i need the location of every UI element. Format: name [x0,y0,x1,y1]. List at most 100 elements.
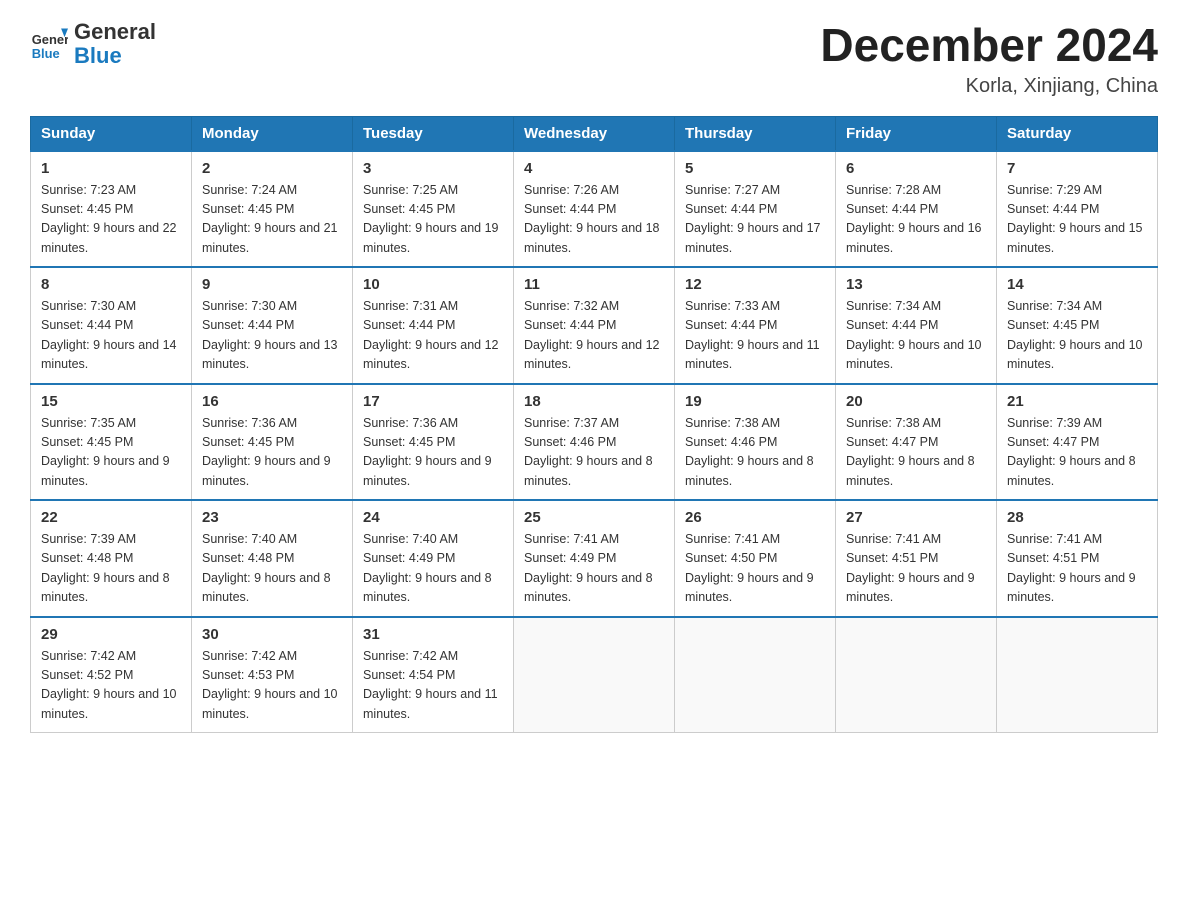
day-info: Sunrise: 7:41 AM Sunset: 4:50 PM Dayligh… [685,530,825,608]
calendar-cell: 16 Sunrise: 7:36 AM Sunset: 4:45 PM Dayl… [192,384,353,501]
day-number: 13 [846,276,986,293]
day-info: Sunrise: 7:41 AM Sunset: 4:51 PM Dayligh… [846,530,986,608]
day-number: 11 [524,276,664,293]
calendar-table: SundayMondayTuesdayWednesdayThursdayFrid… [30,116,1158,734]
day-info: Sunrise: 7:42 AM Sunset: 4:54 PM Dayligh… [363,647,503,725]
day-number: 12 [685,276,825,293]
calendar-cell: 8 Sunrise: 7:30 AM Sunset: 4:44 PM Dayli… [31,267,192,384]
day-number: 9 [202,276,342,293]
calendar-cell: 7 Sunrise: 7:29 AM Sunset: 4:44 PM Dayli… [997,151,1158,268]
weekday-header-saturday: Saturday [997,116,1158,151]
day-number: 19 [685,393,825,410]
day-number: 10 [363,276,503,293]
logo: General Blue General Blue [30,20,156,68]
day-info: Sunrise: 7:39 AM Sunset: 4:47 PM Dayligh… [1007,414,1147,492]
day-number: 24 [363,509,503,526]
calendar-cell: 1 Sunrise: 7:23 AM Sunset: 4:45 PM Dayli… [31,151,192,268]
calendar-cell: 5 Sunrise: 7:27 AM Sunset: 4:44 PM Dayli… [675,151,836,268]
day-info: Sunrise: 7:39 AM Sunset: 4:48 PM Dayligh… [41,530,181,608]
calendar-cell: 2 Sunrise: 7:24 AM Sunset: 4:45 PM Dayli… [192,151,353,268]
day-number: 8 [41,276,181,293]
day-number: 16 [202,393,342,410]
calendar-cell [514,617,675,733]
weekday-header-thursday: Thursday [675,116,836,151]
calendar-cell: 18 Sunrise: 7:37 AM Sunset: 4:46 PM Dayl… [514,384,675,501]
calendar-cell: 12 Sunrise: 7:33 AM Sunset: 4:44 PM Dayl… [675,267,836,384]
day-info: Sunrise: 7:25 AM Sunset: 4:45 PM Dayligh… [363,181,503,259]
day-number: 22 [41,509,181,526]
calendar-cell: 3 Sunrise: 7:25 AM Sunset: 4:45 PM Dayli… [353,151,514,268]
svg-text:Blue: Blue [32,46,60,61]
day-number: 4 [524,160,664,177]
logo-blue-text: Blue [74,44,156,68]
month-title: December 2024 [820,20,1158,71]
calendar-cell [836,617,997,733]
weekday-header-tuesday: Tuesday [353,116,514,151]
day-info: Sunrise: 7:36 AM Sunset: 4:45 PM Dayligh… [363,414,503,492]
calendar-cell: 13 Sunrise: 7:34 AM Sunset: 4:44 PM Dayl… [836,267,997,384]
day-info: Sunrise: 7:24 AM Sunset: 4:45 PM Dayligh… [202,181,342,259]
day-number: 31 [363,626,503,643]
calendar-cell: 11 Sunrise: 7:32 AM Sunset: 4:44 PM Dayl… [514,267,675,384]
page-header: General Blue General Blue December 2024 … [30,20,1158,98]
day-number: 15 [41,393,181,410]
calendar-cell: 23 Sunrise: 7:40 AM Sunset: 4:48 PM Dayl… [192,500,353,617]
day-info: Sunrise: 7:41 AM Sunset: 4:51 PM Dayligh… [1007,530,1147,608]
calendar-cell: 29 Sunrise: 7:42 AM Sunset: 4:52 PM Dayl… [31,617,192,733]
day-number: 20 [846,393,986,410]
calendar-cell: 10 Sunrise: 7:31 AM Sunset: 4:44 PM Dayl… [353,267,514,384]
calendar-cell: 28 Sunrise: 7:41 AM Sunset: 4:51 PM Dayl… [997,500,1158,617]
day-info: Sunrise: 7:37 AM Sunset: 4:46 PM Dayligh… [524,414,664,492]
day-info: Sunrise: 7:29 AM Sunset: 4:44 PM Dayligh… [1007,181,1147,259]
day-info: Sunrise: 7:41 AM Sunset: 4:49 PM Dayligh… [524,530,664,608]
logo-general-text: General [74,20,156,44]
calendar-cell: 24 Sunrise: 7:40 AM Sunset: 4:49 PM Dayl… [353,500,514,617]
weekday-header-sunday: Sunday [31,116,192,151]
day-number: 5 [685,160,825,177]
logo-icon: General Blue [30,25,68,63]
day-info: Sunrise: 7:31 AM Sunset: 4:44 PM Dayligh… [363,297,503,375]
calendar-cell: 17 Sunrise: 7:36 AM Sunset: 4:45 PM Dayl… [353,384,514,501]
calendar-cell [675,617,836,733]
day-number: 2 [202,160,342,177]
day-info: Sunrise: 7:38 AM Sunset: 4:46 PM Dayligh… [685,414,825,492]
calendar-cell: 21 Sunrise: 7:39 AM Sunset: 4:47 PM Dayl… [997,384,1158,501]
day-info: Sunrise: 7:35 AM Sunset: 4:45 PM Dayligh… [41,414,181,492]
day-number: 1 [41,160,181,177]
day-number: 18 [524,393,664,410]
calendar-cell: 25 Sunrise: 7:41 AM Sunset: 4:49 PM Dayl… [514,500,675,617]
day-info: Sunrise: 7:26 AM Sunset: 4:44 PM Dayligh… [524,181,664,259]
day-number: 25 [524,509,664,526]
calendar-cell: 4 Sunrise: 7:26 AM Sunset: 4:44 PM Dayli… [514,151,675,268]
day-info: Sunrise: 7:40 AM Sunset: 4:48 PM Dayligh… [202,530,342,608]
day-info: Sunrise: 7:36 AM Sunset: 4:45 PM Dayligh… [202,414,342,492]
weekday-header-friday: Friday [836,116,997,151]
weekday-header-monday: Monday [192,116,353,151]
calendar-cell: 27 Sunrise: 7:41 AM Sunset: 4:51 PM Dayl… [836,500,997,617]
day-info: Sunrise: 7:42 AM Sunset: 4:53 PM Dayligh… [202,647,342,725]
day-info: Sunrise: 7:30 AM Sunset: 4:44 PM Dayligh… [41,297,181,375]
location-title: Korla, Xinjiang, China [820,75,1158,98]
day-number: 6 [846,160,986,177]
calendar-cell: 9 Sunrise: 7:30 AM Sunset: 4:44 PM Dayli… [192,267,353,384]
calendar-cell: 14 Sunrise: 7:34 AM Sunset: 4:45 PM Dayl… [997,267,1158,384]
day-number: 21 [1007,393,1147,410]
day-info: Sunrise: 7:34 AM Sunset: 4:44 PM Dayligh… [846,297,986,375]
calendar-cell: 20 Sunrise: 7:38 AM Sunset: 4:47 PM Dayl… [836,384,997,501]
day-number: 7 [1007,160,1147,177]
calendar-cell: 6 Sunrise: 7:28 AM Sunset: 4:44 PM Dayli… [836,151,997,268]
day-number: 29 [41,626,181,643]
day-number: 30 [202,626,342,643]
day-info: Sunrise: 7:32 AM Sunset: 4:44 PM Dayligh… [524,297,664,375]
day-number: 14 [1007,276,1147,293]
calendar-cell: 19 Sunrise: 7:38 AM Sunset: 4:46 PM Dayl… [675,384,836,501]
day-info: Sunrise: 7:23 AM Sunset: 4:45 PM Dayligh… [41,181,181,259]
calendar-cell: 30 Sunrise: 7:42 AM Sunset: 4:53 PM Dayl… [192,617,353,733]
day-number: 26 [685,509,825,526]
day-number: 17 [363,393,503,410]
day-info: Sunrise: 7:27 AM Sunset: 4:44 PM Dayligh… [685,181,825,259]
day-info: Sunrise: 7:28 AM Sunset: 4:44 PM Dayligh… [846,181,986,259]
calendar-cell: 15 Sunrise: 7:35 AM Sunset: 4:45 PM Dayl… [31,384,192,501]
day-info: Sunrise: 7:34 AM Sunset: 4:45 PM Dayligh… [1007,297,1147,375]
calendar-cell: 31 Sunrise: 7:42 AM Sunset: 4:54 PM Dayl… [353,617,514,733]
